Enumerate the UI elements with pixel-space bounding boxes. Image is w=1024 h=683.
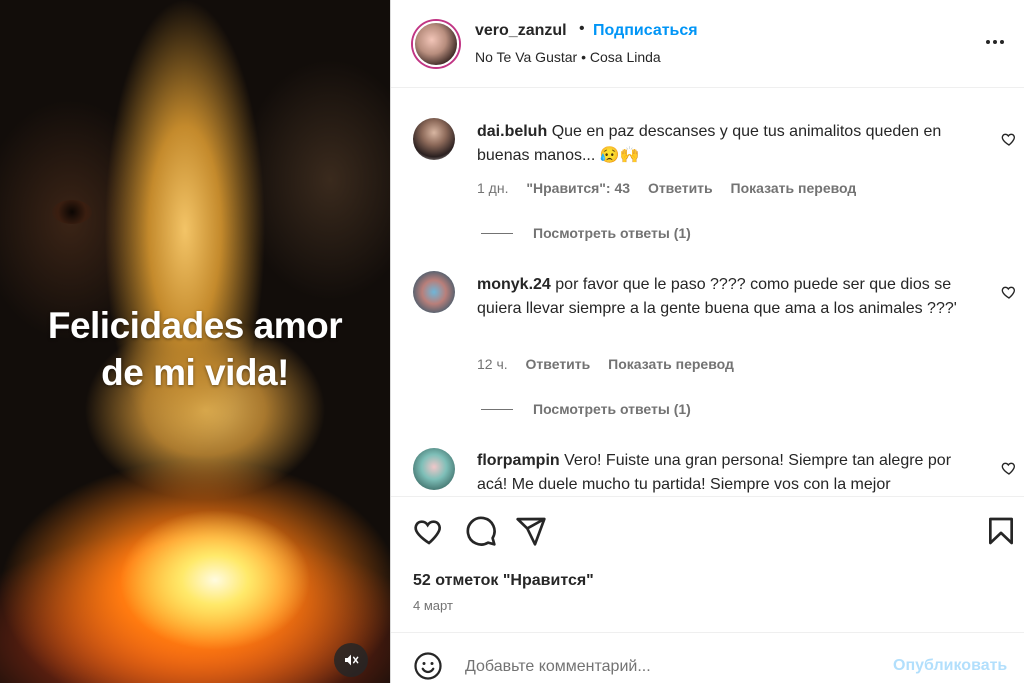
comments-list[interactable]: dai.beluh Que en paz descanses y que tus… bbox=[391, 88, 1024, 496]
comment-time[interactable]: 1 дн. bbox=[477, 180, 508, 196]
muted-speaker-icon bbox=[345, 654, 359, 666]
more-options-icon[interactable] bbox=[981, 30, 1009, 54]
emoji-icon[interactable] bbox=[413, 651, 443, 681]
media-caption-line1: Felicidades amor bbox=[47, 305, 343, 346]
music-info[interactable]: No Te Va Gustar • Cosa Linda bbox=[475, 49, 661, 65]
like-comment-icon[interactable] bbox=[1001, 131, 1017, 147]
view-replies-button[interactable]: Посмотреть ответы (1) bbox=[481, 225, 691, 241]
comment-avatar[interactable] bbox=[413, 448, 455, 490]
publish-button[interactable]: Опубликовать bbox=[893, 657, 1007, 675]
share-icon[interactable] bbox=[515, 515, 547, 547]
translate-button[interactable]: Показать перевод bbox=[608, 356, 734, 372]
media-caption-line2: de mi vida! bbox=[101, 352, 289, 393]
likes-count[interactable]: 52 отметок "Нравится" bbox=[413, 572, 594, 590]
comment-body: Que en paz descanses y que tus animalito… bbox=[477, 123, 942, 164]
like-comment-icon[interactable] bbox=[1001, 284, 1017, 300]
author-avatar[interactable] bbox=[413, 21, 459, 67]
reply-button[interactable]: Ответить bbox=[526, 356, 591, 372]
post-actions: 52 отметок "Нравится" 4 март bbox=[391, 496, 1024, 632]
mute-button[interactable] bbox=[334, 643, 368, 677]
save-bookmark-icon[interactable] bbox=[985, 515, 1017, 547]
comment-input[interactable] bbox=[463, 651, 867, 683]
comment-likes[interactable]: "Нравится": 43 bbox=[526, 180, 630, 196]
comment-username[interactable]: monyk.24 bbox=[477, 276, 551, 293]
comment-avatar[interactable] bbox=[413, 271, 455, 313]
replies-divider bbox=[481, 232, 513, 234]
comment-avatar[interactable] bbox=[413, 118, 455, 160]
comment-meta: 12 ч. Ответить Показать перевод bbox=[477, 356, 748, 372]
follow-button[interactable]: Подписаться bbox=[593, 22, 698, 40]
like-comment-icon[interactable] bbox=[1001, 460, 1017, 476]
post-header: vero_zanzul • Подписаться No Te Va Gusta… bbox=[391, 0, 1024, 88]
dog-eye bbox=[52, 200, 92, 224]
header-separator: • bbox=[579, 20, 585, 37]
comment-username[interactable]: dai.beluh bbox=[477, 123, 547, 140]
translate-button[interactable]: Показать перевод bbox=[731, 180, 857, 196]
view-replies-label: Посмотреть ответы (1) bbox=[533, 225, 691, 241]
comment-text: monyk.24 por favor que le paso ???? como… bbox=[477, 273, 983, 321]
view-replies-button[interactable]: Посмотреть ответы (1) bbox=[481, 401, 691, 417]
view-replies-label: Посмотреть ответы (1) bbox=[533, 401, 691, 417]
add-comment-bar: Опубликовать bbox=[391, 632, 1024, 683]
comment-text: dai.beluh Que en paz descanses y que tus… bbox=[477, 120, 983, 168]
comment-text: florpampin Vero! Fuiste una gran persona… bbox=[477, 449, 983, 496]
comment-username[interactable]: florpampin bbox=[477, 452, 560, 469]
reply-button[interactable]: Ответить bbox=[648, 180, 713, 196]
post-media[interactable]: Felicidades amor de mi vida! bbox=[0, 0, 390, 683]
post-date[interactable]: 4 март bbox=[413, 598, 453, 613]
post-panel: vero_zanzul • Подписаться No Te Va Gusta… bbox=[390, 0, 1024, 683]
media-caption: Felicidades amor de mi vida! bbox=[0, 302, 390, 396]
author-username[interactable]: vero_zanzul bbox=[475, 22, 567, 40]
comment-meta: 1 дн. "Нравится": 43 Ответить Показать п… bbox=[477, 180, 870, 196]
replies-divider bbox=[481, 408, 513, 410]
comment-time[interactable]: 12 ч. bbox=[477, 356, 508, 372]
comment-icon[interactable] bbox=[465, 515, 497, 547]
like-icon[interactable] bbox=[413, 515, 445, 547]
